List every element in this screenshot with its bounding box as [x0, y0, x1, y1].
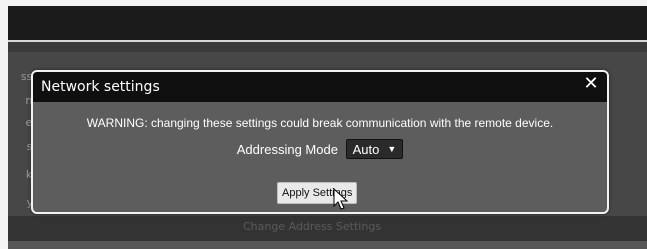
chevron-down-icon: ▼ [387, 144, 397, 154]
mouse-pointer-icon [333, 188, 349, 210]
warning-message: WARNING: changing these settings could b… [86, 116, 554, 130]
network-settings-dialog: Network settings ✕ WARNING: changing the… [31, 70, 609, 214]
footer-bar: Change Address Settings [8, 216, 647, 241]
addressing-mode-label: Addressing Mode [236, 141, 338, 157]
header-band [8, 42, 647, 52]
addressing-mode-row: Addressing Mode Auto ▼ [33, 139, 607, 159]
dialog-title: Network settings [41, 79, 160, 95]
addressing-mode-value: Auto [352, 141, 380, 157]
dialog-title-bar: Network settings ✕ [33, 72, 607, 102]
close-icon[interactable]: ✕ [583, 75, 599, 93]
top-bar [8, 6, 647, 40]
footer-edge [8, 241, 647, 249]
change-address-settings-button[interactable]: Change Address Settings [243, 220, 381, 233]
addressing-mode-select[interactable]: Auto ▼ [345, 139, 404, 159]
